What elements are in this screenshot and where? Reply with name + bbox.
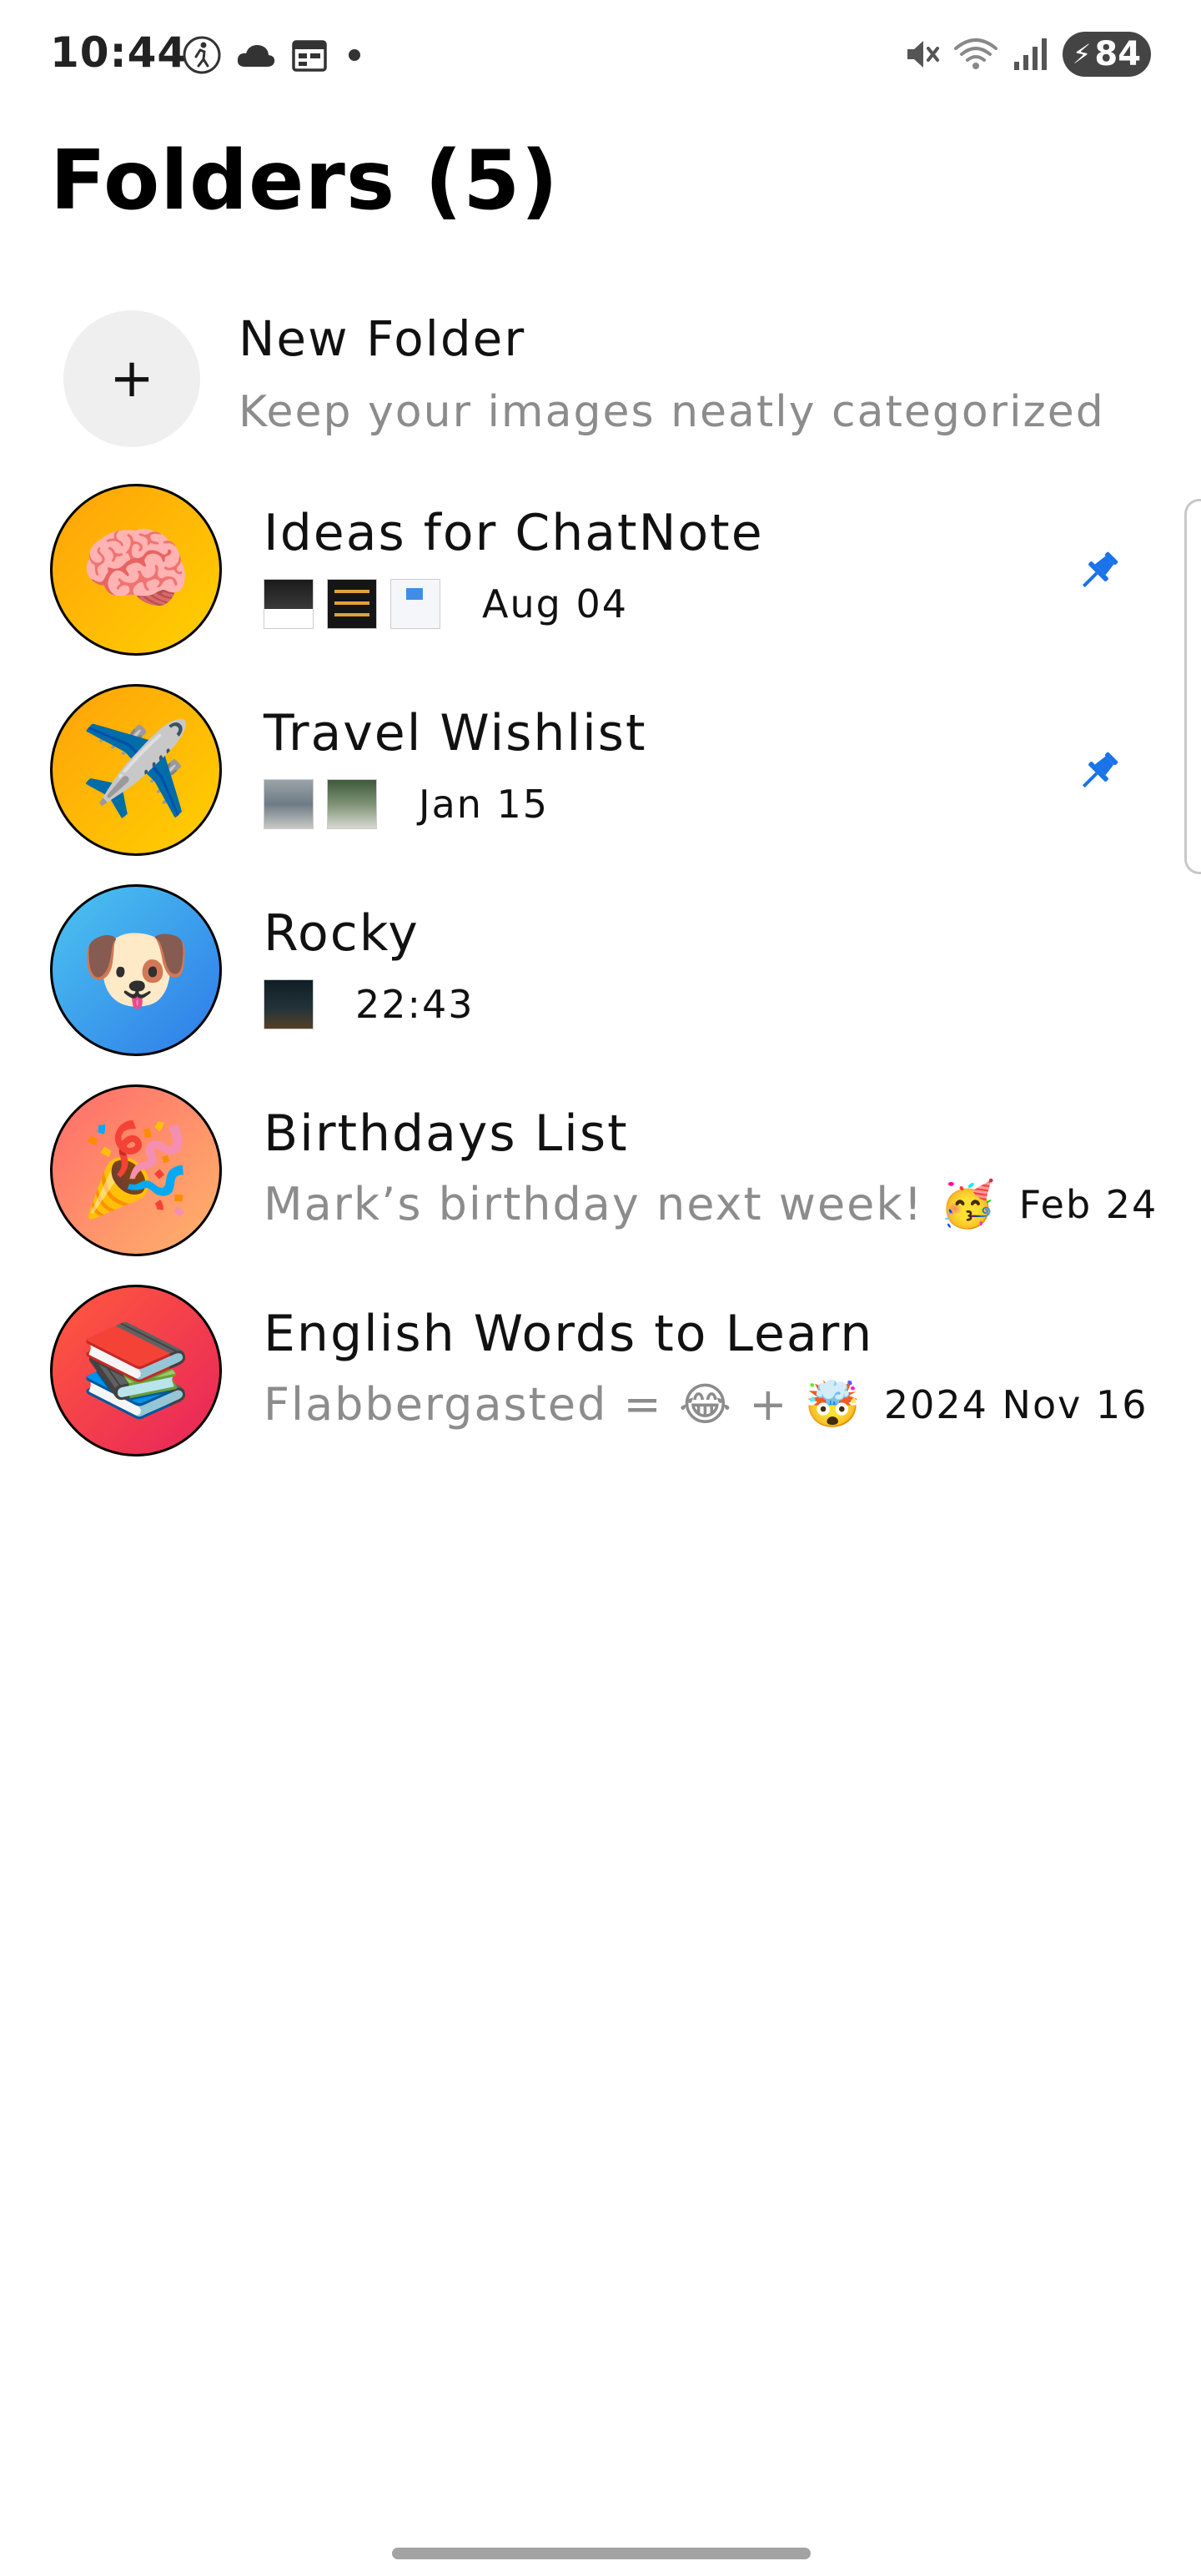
dog-face-icon: 🐶 [79, 918, 193, 1022]
folder-meta: Jan 15 [264, 777, 549, 831]
status-bar: 10:44 ⚡ 84 [0, 0, 1201, 108]
thumbnail-detail [334, 590, 369, 593]
new-folder-circle[interactable]: + [63, 310, 200, 447]
battery-level: 84 [1094, 35, 1142, 73]
plus-icon: + [109, 348, 154, 410]
thumbnail-image [264, 579, 314, 629]
pin-icon[interactable] [1071, 544, 1126, 599]
folder-meta: Aug 04 [264, 577, 628, 631]
folder-avatar: 🎉 [50, 1084, 222, 1256]
new-folder-button[interactable]: + New Folder Keep your images neatly cat… [0, 300, 1201, 450]
thumbnail-image [264, 779, 314, 829]
new-folder-subtitle: Keep your images neatly categorized [239, 387, 1105, 437]
new-folder-title: New Folder [239, 310, 526, 367]
pin-icon[interactable] [1071, 744, 1126, 799]
signal-icon [1014, 38, 1047, 70]
battery-indicator: ⚡ 84 [1063, 32, 1151, 77]
page-title: Folders (5) [50, 133, 560, 229]
folder-avatar: 🐶 [50, 884, 222, 1056]
status-time: 10:44 [50, 28, 188, 77]
books-icon: 📚 [79, 1318, 193, 1422]
folder-name: English Words to Learn [264, 1305, 874, 1363]
folder-date: Jan 15 [419, 782, 550, 827]
thumbnail-image [264, 979, 314, 1029]
folder-date: 2024 Nov 16 [883, 1382, 1148, 1427]
folders-screen: 10:44 ⚡ 84 Folders (5) + New Folder Keep… [0, 0, 1201, 2576]
folder-meta: Flabbergasted = 😂 + 🤯 2024 Nov 16 [264, 1378, 1148, 1431]
status-right-icons: ⚡ 84 [902, 30, 1151, 78]
thumbnail-image [327, 779, 377, 829]
thumbnail-detail [334, 601, 369, 605]
thumbnail-detail [334, 613, 369, 616]
charging-bolt-icon: ⚡ [1072, 38, 1092, 70]
folder-avatar: 🧠 [50, 484, 222, 656]
folder-meta: 22:43 [264, 978, 475, 1031]
folder-meta: Mark’s birthday next week! 🥳 Feb 24 [264, 1178, 1158, 1231]
folder-name: Ideas for ChatNote [264, 504, 764, 562]
folder-name: Travel Wishlist [264, 704, 647, 762]
status-left-icons [182, 33, 367, 77]
folder-name: Birthdays List [264, 1104, 629, 1163]
folder-date: Feb 24 [1018, 1182, 1158, 1227]
folder-preview: Flabbergasted = 😂 + 🤯 [264, 1378, 862, 1431]
folder-item-ideas-for-chatnote[interactable]: 🧠 Ideas for ChatNote Aug 04 [0, 475, 1201, 676]
thumbnail-detail [406, 588, 423, 600]
mute-icon [907, 41, 939, 68]
calendar-icon [292, 40, 327, 72]
cloud-icon [237, 45, 275, 67]
folder-item-english-words-to-learn[interactable]: 📚 English Words to Learn Flabbergasted =… [0, 1276, 1201, 1477]
home-indicator[interactable] [392, 2548, 811, 2559]
scroll-indicator[interactable] [1184, 499, 1201, 874]
accessibility-icon [183, 36, 221, 74]
thumbnail-image [390, 579, 440, 629]
folder-avatar: 📚 [50, 1285, 222, 1457]
brain-icon: 🧠 [79, 517, 193, 621]
folder-date: Aug 04 [482, 581, 628, 626]
party-popper-icon: 🎉 [79, 1118, 193, 1222]
folder-item-travel-wishlist[interactable]: ✈️ Travel Wishlist Jan 15 [0, 676, 1201, 876]
wifi-icon [954, 38, 997, 69]
dot-icon [349, 49, 360, 61]
folder-date: 22:43 [355, 982, 475, 1027]
folder-item-rocky[interactable]: 🐶 Rocky 22:43 [0, 876, 1201, 1076]
folder-avatar: ✈️ [50, 684, 222, 856]
folder-item-birthdays-list[interactable]: 🎉 Birthdays List Mark’s birthday next we… [0, 1076, 1201, 1276]
folder-name: Rocky [264, 904, 420, 963]
airplane-icon: ✈️ [79, 717, 193, 822]
folder-list: 🧠 Ideas for ChatNote Aug 04 ✈️ Travel Wi… [0, 475, 1201, 1477]
thumbnail-image [327, 579, 377, 629]
folder-preview: Mark’s birthday next week! 🥳 [264, 1178, 997, 1230]
